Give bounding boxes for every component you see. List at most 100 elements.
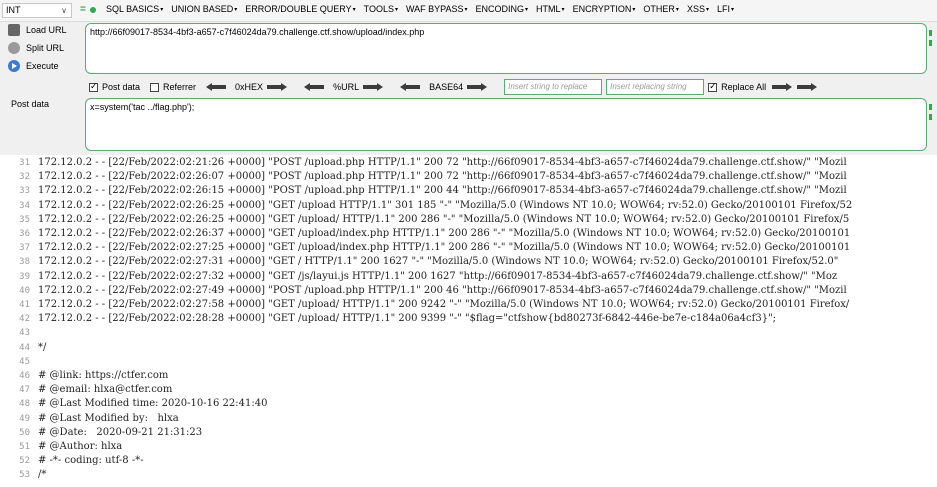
chevron-down-icon: ∨ (61, 6, 67, 15)
marker-icon (929, 40, 932, 46)
line-text: # @Last Modified time: 2020-10-16 22:41:… (38, 398, 268, 410)
replacing-string-input[interactable]: Insert replacing string (606, 79, 705, 95)
post-data-checkbox-label: Post data (102, 82, 141, 92)
line-number: 46 (19, 371, 30, 381)
line-text: */ (38, 341, 47, 353)
menu-lfi[interactable]: LFI▾ (717, 4, 734, 14)
line-number: 36 (19, 229, 30, 239)
arrow-right-icon[interactable] (267, 83, 288, 91)
menu-tools[interactable]: TOOLS▾ (364, 4, 398, 14)
source-code-view: 31 172.12.0.2 - - [22/Feb/2022:02:21:26 +… (0, 155, 937, 487)
menu-other[interactable]: OTHER▾ (643, 4, 679, 14)
caret-down-icon: ▾ (675, 7, 679, 13)
split-url-button[interactable]: Split URL (8, 42, 64, 54)
split-icon (8, 42, 20, 54)
line-text: 172.12.0.2 - - [22/Feb/2022:02:26:25 +00… (38, 213, 850, 225)
line-text: # @link: https://ctfer.com (38, 370, 169, 381)
top-toolbar: INT ∨ = SQL BASICS▾ UNION BASED▾ ERROR/D… (0, 0, 937, 22)
caret-down-icon: ▾ (394, 7, 398, 13)
line-number: 53 (19, 470, 30, 481)
load-url-button[interactable]: Load URL (8, 24, 67, 36)
menu-error-double-query[interactable]: ERROR/DOUBLE QUERY▾ (245, 4, 355, 14)
menu-encryption[interactable]: ENCRYPTION▾ (573, 4, 636, 14)
marker-icon (929, 104, 932, 110)
replace-all-checkbox[interactable]: Replace All (708, 81, 766, 92)
line-number: 44 (19, 342, 30, 353)
caret-down-icon: ▾ (234, 7, 238, 13)
options-row: Post data Referrer 0xHEX %URL BASE64 Ins… (89, 79, 822, 95)
split-url-label: Split URL (26, 43, 65, 53)
line-number: 52 (19, 456, 30, 467)
caret-down-icon: ▾ (561, 7, 565, 13)
execute-label: Execute (26, 61, 59, 71)
menu-encoding[interactable]: ENCODING▾ (476, 4, 529, 14)
base64-label: BASE64 (429, 82, 464, 92)
line-number: 37 (19, 243, 30, 254)
marker-icon (929, 30, 932, 36)
line-number: 51 (19, 442, 30, 452)
line-number: 40 (19, 285, 30, 296)
green-dot-icon[interactable] (89, 7, 96, 13)
arrow-right-icon[interactable] (467, 83, 488, 91)
line-text: # @Author: hlxa (38, 441, 123, 452)
replace-string-input[interactable]: Insert string to replace (504, 79, 603, 95)
menu-union-based[interactable]: UNION BASED▾ (171, 4, 237, 14)
base64-encoding-control: BASE64 (400, 82, 492, 92)
type-select[interactable]: INT ∨ (2, 3, 72, 18)
line-number: 43 (19, 328, 30, 339)
url-value: http://66f09017-8534-4bf3-a657-c7f46024d… (90, 27, 425, 37)
post-data-input[interactable]: x=system('tac ../flag.php'); (85, 98, 927, 151)
checkbox-checked-icon (708, 81, 718, 92)
caret-down-icon: ▾ (632, 7, 636, 13)
play-icon (8, 60, 20, 72)
line-text: 172.12.0.2 - - [22/Feb/2022:02:27:49 +00… (38, 284, 847, 296)
caret-down-icon: ▾ (160, 7, 164, 13)
post-data-label: Post data (11, 99, 50, 109)
line-text: 172.12.0.2 - - [22/Feb/2022:02:27:32 +00… (38, 270, 838, 282)
hex-label: 0xHEX (235, 82, 264, 92)
line-number: 48 (19, 399, 30, 410)
arrow-left-icon[interactable] (400, 83, 421, 91)
post-data-value: x=system('tac ../flag.php'); (90, 102, 195, 112)
line-number: 38 (19, 257, 30, 268)
url-encoding-control: %URL (304, 82, 388, 92)
menu-xss[interactable]: XSS▾ (687, 4, 709, 14)
post-data-checkbox[interactable]: Post data (89, 81, 141, 92)
caret-down-icon: ▾ (705, 7, 709, 13)
menu-waf-bypass[interactable]: WAF BYPASS▾ (406, 4, 468, 14)
line-number: 45 (19, 356, 30, 367)
main-menu: SQL BASICS▾ UNION BASED▾ ERROR/DOUBLE QU… (106, 4, 734, 14)
line-number: 35 (19, 214, 30, 225)
line-number: 34 (19, 200, 30, 211)
line-text: # @Last Modified by: hlxa (38, 412, 179, 424)
line-text: /* (38, 469, 47, 481)
referrer-checkbox-label: Referrer (163, 82, 197, 92)
menu-sql-basics[interactable]: SQL BASICS▾ (106, 4, 163, 14)
arrow-right-icon[interactable] (363, 83, 384, 91)
line-number: 47 (19, 385, 30, 396)
url-input[interactable]: http://66f09017-8534-4bf3-a657-c7f46024d… (85, 23, 927, 74)
line-text: # -*- coding: utf-8 -*- (38, 455, 144, 467)
line-number: 31 (19, 158, 30, 168)
execute-button[interactable]: Execute (8, 60, 59, 72)
checkbox-unchecked-icon (150, 82, 160, 92)
line-text: 172.12.0.2 - - [22/Feb/2022:02:26:07 +00… (38, 171, 847, 183)
menu-html[interactable]: HTML▾ (536, 4, 565, 14)
caret-down-icon: ▾ (730, 7, 734, 13)
marker-icon (929, 114, 932, 120)
arrow-left-icon[interactable] (206, 83, 227, 91)
arrow-right-icon[interactable] (772, 83, 793, 91)
arrow-right-icon[interactable] (797, 83, 818, 91)
line-number: 42 (19, 314, 30, 325)
arrow-left-icon[interactable] (304, 83, 325, 91)
line-number: 50 (19, 427, 30, 438)
line-number: 49 (19, 413, 30, 424)
referrer-checkbox[interactable]: Referrer (150, 82, 196, 92)
line-text: 172.12.0.2 - - [22/Feb/2022:02:27:58 +00… (38, 299, 850, 310)
checkbox-checked-icon (89, 81, 98, 92)
equals-icon[interactable]: = (80, 5, 86, 15)
load-url-label: Load URL (26, 25, 67, 35)
line-text: 172.12.0.2 - - [22/Feb/2022:02:27:25 +00… (38, 242, 851, 254)
line-text: 172.12.0.2 - - [22/Feb/2022:02:28:28 +00… (38, 313, 777, 325)
status-indicators: = (80, 5, 96, 15)
